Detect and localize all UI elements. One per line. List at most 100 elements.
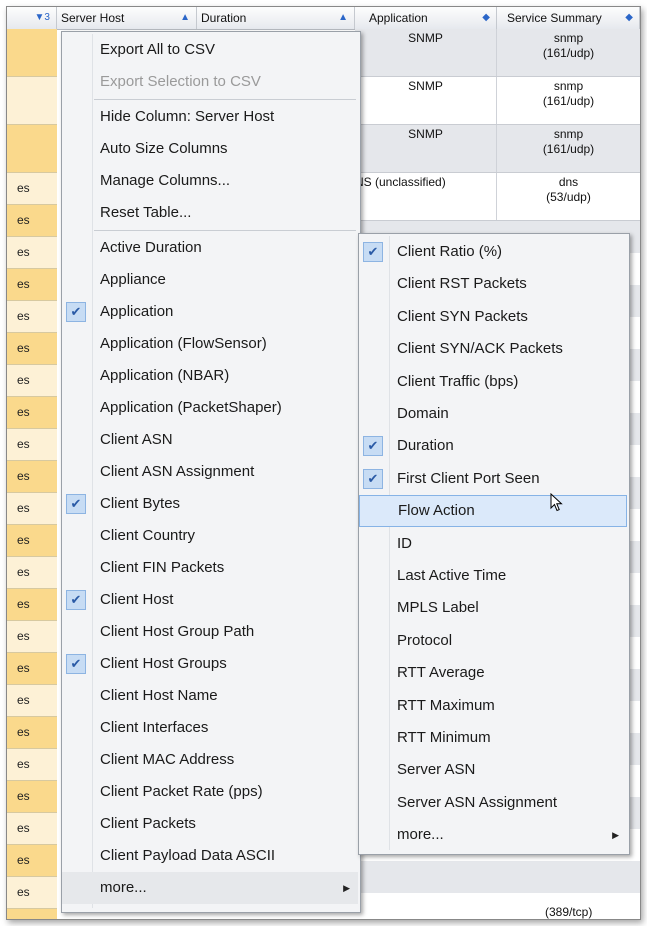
menu-item-client-interfaces[interactable]: Client Interfaces bbox=[62, 712, 358, 744]
submenu-item-client-traffic-bps[interactable]: Client Traffic (bps) bbox=[359, 366, 627, 398]
menu-item-manage-columns[interactable]: Manage Columns... bbox=[62, 165, 358, 197]
left-cell[interactable]: es bbox=[7, 877, 57, 909]
left-cell[interactable]: es bbox=[7, 173, 57, 205]
left-cell[interactable]: es bbox=[7, 749, 57, 781]
table-row[interactable]: SNMP snmp (161/udp) bbox=[355, 29, 640, 77]
menu-item-client-host-groups[interactable]: Client Host Groups ✔ bbox=[62, 648, 358, 680]
submenu-item-protocol[interactable]: Protocol bbox=[359, 625, 627, 657]
menu-item-label: more... bbox=[100, 879, 147, 896]
left-cell[interactable]: es bbox=[7, 365, 57, 397]
left-cell[interactable]: es bbox=[7, 621, 57, 653]
submenu-item-client-ratio[interactable]: Client Ratio (%) ✔ bbox=[359, 236, 627, 268]
menu-item-client-mac-address[interactable]: Client MAC Address bbox=[62, 744, 358, 776]
menu-item-export-all-to-csv[interactable]: Export All to CSV bbox=[62, 34, 358, 66]
left-cell[interactable]: es bbox=[7, 301, 57, 333]
submenu-item-domain[interactable]: Domain bbox=[359, 398, 627, 430]
left-cell[interactable]: es bbox=[7, 461, 57, 493]
left-cell[interactable]: es bbox=[7, 717, 57, 749]
menu-item-label: Client FIN Packets bbox=[100, 559, 225, 576]
left-cell[interactable] bbox=[7, 125, 57, 173]
table-window: ▼3 Server Host ▲ Duration ▲ Application ◆ S… bbox=[6, 6, 641, 920]
application-cell: SNMP bbox=[355, 77, 497, 124]
left-cell[interactable]: es bbox=[7, 493, 57, 525]
left-cell[interactable]: es bbox=[7, 237, 57, 269]
left-cell[interactable]: es bbox=[7, 429, 57, 461]
sort-asc-icon: ▲ bbox=[180, 12, 190, 23]
menu-item-hide-column-server-host[interactable]: Hide Column: Server Host bbox=[62, 101, 358, 133]
menu-item-client-host-group-path[interactable]: Client Host Group Path bbox=[62, 616, 358, 648]
left-cell[interactable]: es bbox=[7, 909, 57, 919]
menu-item-application-packetshaper[interactable]: Application (PacketShaper) bbox=[62, 392, 358, 424]
submenu-item-rtt-average[interactable]: RTT Average bbox=[359, 657, 627, 689]
submenu-item-more[interactable]: more... ▶ bbox=[359, 819, 627, 851]
menu-item-client-asn[interactable]: Client ASN bbox=[62, 424, 358, 456]
menu-item-client-packets[interactable]: Client Packets bbox=[62, 808, 358, 840]
menu-item-auto-size-columns[interactable]: Auto Size Columns bbox=[62, 133, 358, 165]
menu-item-client-payload-data-ascii[interactable]: Client Payload Data ASCII bbox=[62, 840, 358, 872]
menu-item-label: Client Payload Data ASCII bbox=[100, 847, 276, 864]
menu-item-label: Client Host Group Path bbox=[100, 623, 255, 640]
sort-icon: ◆ bbox=[482, 12, 490, 23]
left-cell[interactable]: es bbox=[7, 333, 57, 365]
submenu-item-client-rst-packets[interactable]: Client RST Packets bbox=[359, 268, 627, 300]
menu-item-reset-table[interactable]: Reset Table... bbox=[62, 197, 358, 229]
left-cell[interactable] bbox=[7, 77, 57, 125]
service-cell: snmp (161/udp) bbox=[542, 127, 595, 156]
table-row[interactable]: SNMP snmp (161/udp) bbox=[355, 77, 640, 125]
menu-item-client-host-name[interactable]: Client Host Name bbox=[62, 680, 358, 712]
menu-item-label: RTT Minimum bbox=[397, 729, 491, 746]
menu-item-more[interactable]: more... ▶ bbox=[62, 872, 358, 904]
menu-item-client-host[interactable]: Client Host ✔ bbox=[62, 584, 358, 616]
left-cell[interactable]: es bbox=[7, 813, 57, 845]
menu-item-client-fin-packets[interactable]: Client FIN Packets bbox=[62, 552, 358, 584]
menu-item-label: Reset Table... bbox=[100, 204, 192, 221]
submenu-item-duration[interactable]: Duration ✔ bbox=[359, 430, 627, 462]
submenu-item-client-syn-packets[interactable]: Client SYN Packets bbox=[359, 301, 627, 333]
left-cell[interactable]: es bbox=[7, 781, 57, 813]
menu-item-label: Active Duration bbox=[100, 239, 202, 256]
menu-item-client-country[interactable]: Client Country bbox=[62, 520, 358, 552]
table-row[interactable]: SNMP snmp (161/udp) bbox=[355, 125, 640, 173]
submenu-item-server-asn[interactable]: Server ASN bbox=[359, 754, 627, 786]
menu-item-label: Client Ratio (%) bbox=[397, 243, 503, 260]
menu-item-label: Client Country bbox=[100, 527, 196, 544]
menu-item-appliance[interactable]: Appliance bbox=[62, 264, 358, 296]
menu-item-application-nbar[interactable]: Application (NBAR) bbox=[62, 360, 358, 392]
left-cell[interactable]: es bbox=[7, 653, 57, 685]
menu-item-label: Client RST Packets bbox=[397, 275, 527, 293]
menu-item-label: Client Packets bbox=[100, 815, 196, 832]
left-cell[interactable]: es bbox=[7, 397, 57, 429]
left-cell[interactable] bbox=[7, 29, 57, 77]
menu-item-label: RTT Average bbox=[397, 664, 485, 682]
service-cell: snmp (161/udp) bbox=[542, 79, 595, 108]
header-service-summary[interactable]: Service Summary ◆ bbox=[497, 7, 640, 29]
submenu-item-flow-action[interactable]: Flow Action bbox=[359, 495, 627, 528]
left-cell[interactable]: es bbox=[7, 205, 57, 237]
left-cell[interactable]: es bbox=[7, 557, 57, 589]
menu-item-application[interactable]: Application ✔ bbox=[62, 296, 358, 328]
left-cell[interactable]: es bbox=[7, 845, 57, 877]
left-cell[interactable]: es bbox=[7, 525, 57, 557]
submenu-item-client-syn-ack-packets[interactable]: Client SYN/ACK Packets bbox=[359, 333, 627, 365]
submenu-item-last-active-time[interactable]: Last Active Time bbox=[359, 560, 627, 592]
menu-item-active-duration[interactable]: Active Duration bbox=[62, 232, 358, 264]
submenu-item-rtt-minimum[interactable]: RTT Minimum bbox=[359, 722, 627, 754]
menu-item-client-packet-rate-pps[interactable]: Client Packet Rate (pps) bbox=[62, 776, 358, 808]
header-application[interactable]: Application ◆ bbox=[355, 7, 497, 29]
table-row[interactable]: NS (unclassified) dns (53/udp) bbox=[355, 173, 640, 221]
left-cell[interactable]: es bbox=[7, 685, 57, 717]
submenu-item-first-client-port-seen[interactable]: First Client Port Seen ✔ bbox=[359, 463, 627, 495]
submenu-item-rtt-maximum[interactable]: RTT Maximum bbox=[359, 690, 627, 722]
header-server-host[interactable]: Server Host ▲ bbox=[57, 7, 197, 29]
header-col-0[interactable]: ▼3 bbox=[7, 7, 57, 29]
submenu-item-server-asn-assignment[interactable]: Server ASN Assignment bbox=[359, 787, 627, 819]
submenu-item-mpls-label[interactable]: MPLS Label bbox=[359, 592, 627, 624]
left-cell[interactable]: es bbox=[7, 269, 57, 301]
submenu-item-id[interactable]: ID bbox=[359, 528, 627, 560]
menu-item-application-flowsensor[interactable]: Application (FlowSensor) bbox=[62, 328, 358, 360]
menu-item-client-bytes[interactable]: Client Bytes ✔ bbox=[62, 488, 358, 520]
sort-icon: ◆ bbox=[625, 12, 633, 23]
menu-item-client-asn-assignment[interactable]: Client ASN Assignment bbox=[62, 456, 358, 488]
left-cell[interactable]: es bbox=[7, 589, 57, 621]
header-duration[interactable]: Duration ▲ bbox=[197, 7, 355, 29]
